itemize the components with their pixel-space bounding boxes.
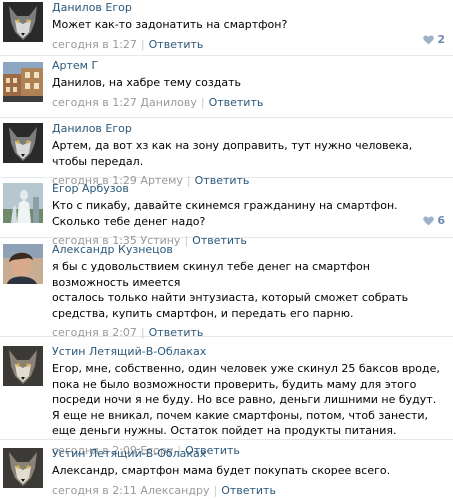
- comment-line: Данилов, на хабре тему создать: [52, 76, 241, 89]
- reply-to-link[interactable]: Данилову: [140, 96, 196, 109]
- wolf-avatar-icon: [3, 123, 43, 163]
- statue-avatar-icon: [3, 183, 43, 223]
- avatar[interactable]: [3, 346, 43, 386]
- comment-line: Кто с пикабу, давайте скинемся гражданин…: [52, 199, 398, 228]
- comment-text: Егор, мне, собственно, один человек уже …: [52, 361, 447, 439]
- avatar[interactable]: [3, 183, 43, 223]
- comment-body: Устин Летящий-В-Облаках Александр, смарт…: [52, 447, 447, 498]
- author-link[interactable]: Данилов Егор: [52, 1, 447, 15]
- comment-line: Егор, мне, собственно, один человек уже …: [52, 362, 440, 437]
- comment: Данилов Егор Может как-то задонатить на …: [0, 0, 453, 56]
- comment: Егор Арбузов Кто с пикабу, давайте скине…: [0, 179, 453, 247]
- wolf-avatar-icon: [3, 346, 43, 386]
- comment-text: я бы с удовольствием скинул тебе денег н…: [52, 259, 447, 321]
- comment-text: Александр, смартфон мама будет покупать …: [52, 463, 447, 479]
- comment-line: Артем, да вот хз как на зону доправить, …: [52, 139, 413, 168]
- avatar[interactable]: [3, 123, 43, 163]
- comment-body: Данилов Егор Может как-то задонатить на …: [52, 1, 447, 52]
- comment-meta: сегодня в 1:27 | Ответить: [52, 38, 447, 52]
- reply-button[interactable]: Ответить: [221, 484, 276, 497]
- reply-button[interactable]: Ответить: [209, 96, 264, 109]
- like-button[interactable]: 6: [423, 214, 445, 227]
- wolf-avatar-icon: [3, 448, 43, 488]
- timestamp[interactable]: сегодня в 2:11: [52, 484, 137, 497]
- author-link[interactable]: Артем Г: [52, 59, 447, 73]
- wolf-avatar-icon: [3, 2, 43, 42]
- comment: Артем Г Данилов, на хабре тему создать с…: [0, 57, 453, 118]
- meta-separator: |: [213, 483, 218, 497]
- comment-body: Артем Г Данилов, на хабре тему создать с…: [52, 59, 447, 110]
- avatar[interactable]: [3, 448, 43, 488]
- comment-line: Может как-то задонатить на смартфон?: [52, 18, 288, 31]
- author-link[interactable]: Устин Летящий-В-Облаках: [52, 345, 447, 359]
- comment-text: Данилов, на хабре тему создать: [52, 75, 447, 91]
- comment: Устин Летящий-В-Облаках Александр, смарт…: [0, 441, 453, 500]
- like-count: 6: [437, 214, 445, 227]
- heart-icon: [423, 216, 435, 225]
- avatar[interactable]: [3, 244, 43, 284]
- comment-meta: сегодня в 1:27 Данилову | Ответить: [52, 96, 447, 110]
- comment-line: я бы с удовольствием скинул тебе денег н…: [52, 260, 370, 273]
- comment-text: Артем, да вот хз как на зону доправить, …: [52, 138, 447, 169]
- reply-button[interactable]: Ответить: [149, 38, 204, 51]
- comment-line: Александр, смартфон мама будет покупать …: [52, 464, 391, 477]
- building-avatar-icon: [3, 62, 43, 102]
- like-count: 2: [437, 33, 445, 46]
- comment-line: осталось только найти энтузиаста, которы…: [52, 291, 409, 320]
- author-link[interactable]: Егор Арбузов: [52, 182, 447, 196]
- author-link[interactable]: Устин Летящий-В-Облаках: [52, 447, 447, 461]
- meta-separator: |: [200, 95, 205, 109]
- avatar[interactable]: [3, 62, 43, 102]
- like-button[interactable]: 2: [423, 33, 445, 46]
- author-link[interactable]: Данилов Егор: [52, 122, 447, 136]
- comment-line: возможность имеется: [52, 275, 181, 289]
- person-avatar-icon: [3, 244, 43, 284]
- reply-to-link[interactable]: Александру: [140, 484, 209, 497]
- comment-thread: Данилов Егор Может как-то задонатить на …: [0, 0, 453, 500]
- comment: Данилов Егор Артем, да вот хз как на зон…: [0, 119, 453, 187]
- avatar[interactable]: [3, 2, 43, 42]
- timestamp[interactable]: сегодня в 1:27: [52, 96, 137, 109]
- comment-meta: сегодня в 2:11 Александру | Ответить: [52, 484, 447, 498]
- timestamp[interactable]: сегодня в 1:27: [52, 38, 137, 51]
- author-link[interactable]: Александр Кузнецов: [52, 243, 447, 257]
- meta-separator: |: [140, 37, 145, 51]
- comment: Устин Летящий-В-Облаках Егор, мне, собст…: [0, 338, 453, 457]
- comment: Александр Кузнецов я бы с удовольствием …: [0, 239, 453, 340]
- heart-icon: [423, 35, 435, 44]
- comment-body: Александр Кузнецов я бы с удовольствием …: [52, 243, 447, 340]
- comment-text: Может как-то задонатить на смартфон?: [52, 17, 447, 33]
- comment-text: Кто с пикабу, давайте скинемся гражданин…: [52, 198, 447, 229]
